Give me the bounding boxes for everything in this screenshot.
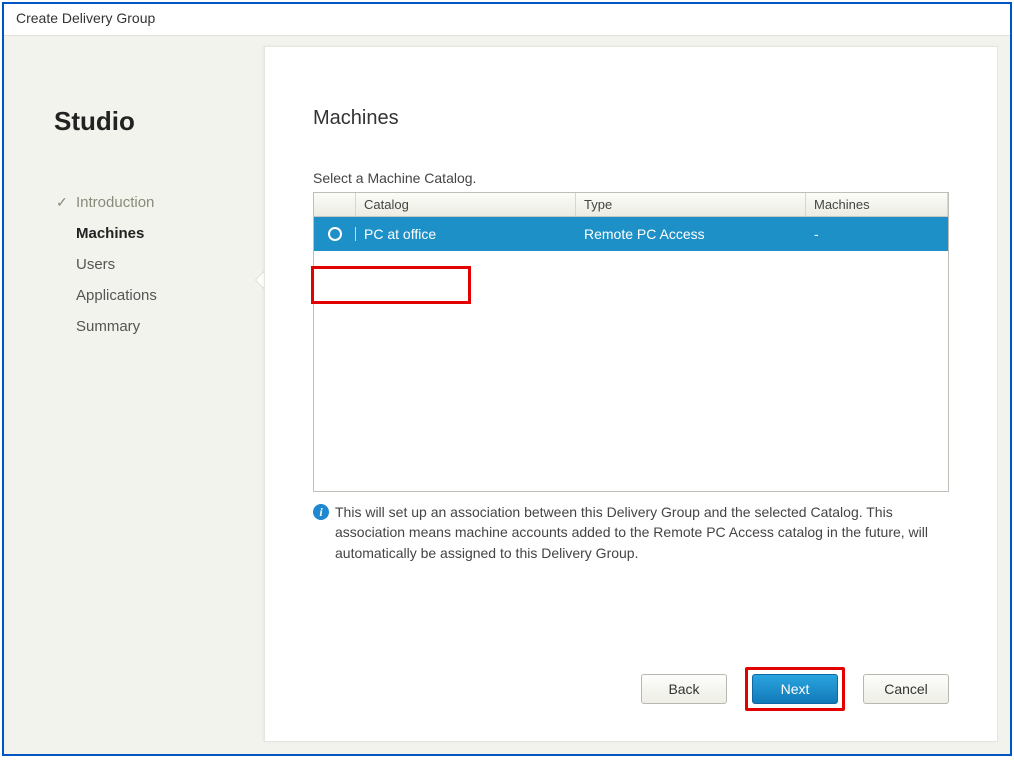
row-type: Remote PC Access bbox=[576, 226, 806, 242]
page-title: Machines bbox=[313, 107, 949, 130]
step-machines[interactable]: Machines bbox=[54, 218, 264, 249]
table-row[interactable]: PC at office Remote PC Access - bbox=[314, 217, 948, 251]
cancel-button[interactable]: Cancel bbox=[863, 674, 949, 704]
content-panel: Machines Select a Machine Catalog. Catal… bbox=[264, 46, 998, 742]
header-radio bbox=[314, 193, 356, 216]
info-row: i This will set up an association betwee… bbox=[313, 502, 949, 563]
step-applications[interactable]: Applications bbox=[54, 280, 264, 311]
wizard-body: Studio Introduction Machines Users Appli… bbox=[4, 36, 1010, 754]
radio-icon bbox=[328, 227, 342, 241]
header-catalog: Catalog bbox=[356, 193, 576, 216]
wizard-steps: Introduction Machines Users Applications… bbox=[54, 187, 264, 342]
back-button[interactable]: Back bbox=[641, 674, 727, 704]
row-machines: - bbox=[806, 226, 948, 242]
window-title: Create Delivery Group bbox=[4, 4, 1010, 36]
info-icon: i bbox=[313, 504, 329, 520]
header-type: Type bbox=[576, 193, 806, 216]
table-header: Catalog Type Machines bbox=[314, 193, 948, 217]
header-machines: Machines bbox=[806, 193, 948, 216]
wizard-window: Create Delivery Group Studio Introductio… bbox=[2, 2, 1012, 756]
next-button[interactable]: Next bbox=[752, 674, 838, 704]
row-radio[interactable] bbox=[314, 227, 356, 241]
button-bar: Back Next Cancel bbox=[641, 667, 949, 711]
row-catalog: PC at office bbox=[356, 226, 576, 242]
info-text: This will set up an association between … bbox=[335, 502, 949, 563]
step-users[interactable]: Users bbox=[54, 249, 264, 280]
step-introduction[interactable]: Introduction bbox=[54, 187, 264, 218]
catalog-table: Catalog Type Machines PC at office Remot… bbox=[313, 192, 949, 492]
next-highlight: Next bbox=[745, 667, 845, 711]
step-summary[interactable]: Summary bbox=[54, 311, 264, 342]
page-subheading: Select a Machine Catalog. bbox=[313, 170, 949, 186]
sidebar: Studio Introduction Machines Users Appli… bbox=[4, 36, 264, 754]
brand-heading: Studio bbox=[54, 106, 264, 137]
